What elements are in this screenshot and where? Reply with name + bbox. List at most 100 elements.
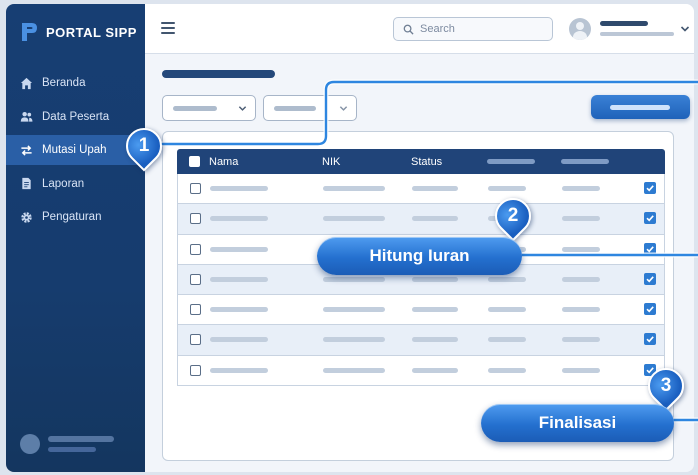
cell-placeholder: [323, 186, 385, 191]
checked-checkbox[interactable]: [644, 272, 656, 285]
table-row[interactable]: [177, 174, 665, 205]
cell-placeholder: [488, 367, 526, 373]
brand-name: PORTAL SIPP: [46, 24, 137, 40]
checked-checkbox[interactable]: [644, 303, 656, 316]
cell-placeholder: [210, 367, 268, 373]
checked-checkbox[interactable]: [644, 242, 656, 255]
column-header-status[interactable]: Status: [411, 156, 442, 168]
chevron-down-icon[interactable]: [680, 24, 690, 34]
cell-placeholder: [562, 337, 600, 343]
cell-placeholder: [323, 337, 385, 343]
row-checkbox[interactable]: [190, 364, 201, 376]
cell-placeholder: [323, 276, 385, 282]
sidebar-item-data-peserta[interactable]: Data Peserta: [6, 102, 145, 132]
row-checkbox[interactable]: [190, 183, 201, 194]
column-header-placeholder: [487, 159, 535, 164]
user-email-placeholder: [600, 32, 674, 36]
cell-placeholder: [323, 216, 385, 222]
search-placeholder: Search: [420, 23, 455, 35]
column-header-placeholder: [561, 159, 609, 164]
row-checkbox[interactable]: [190, 243, 201, 255]
sidebar-item-mutasi-upah[interactable]: Mutasi Upah: [6, 135, 145, 165]
checkmark-icon: [646, 245, 654, 253]
row-checkbox[interactable]: [190, 273, 201, 285]
cell-placeholder: [488, 337, 526, 343]
avatar[interactable]: [569, 18, 591, 40]
cell-placeholder: [562, 246, 600, 252]
user-role-placeholder: [48, 447, 96, 452]
sidebar-item-label: Data Peserta: [42, 110, 110, 123]
search-input[interactable]: Search: [393, 17, 553, 41]
column-header-nama[interactable]: Nama: [209, 156, 238, 168]
checked-checkbox[interactable]: [644, 182, 656, 194]
sidebar-item-label: Mutasi Upah: [42, 144, 107, 156]
cell-placeholder: [210, 246, 268, 252]
sidebar-user[interactable]: [20, 434, 114, 454]
cell-placeholder: [562, 276, 600, 282]
cell-placeholder: [412, 307, 458, 313]
filter-dropdown-2[interactable]: [263, 95, 357, 121]
select-all-checkbox[interactable]: [189, 156, 200, 167]
chevron-down-icon: [339, 106, 348, 111]
cell-placeholder: [562, 216, 600, 222]
finalisasi-button[interactable]: Finalisasi: [481, 404, 674, 442]
cell-placeholder: [488, 307, 526, 313]
table-row[interactable]: [177, 325, 665, 356]
cell-placeholder: [412, 337, 458, 343]
users-icon: [20, 111, 33, 122]
checked-checkbox[interactable]: [644, 212, 656, 225]
document-icon: [22, 177, 31, 190]
sidebar-nav: Beranda Data Peserta Mutasi Upah Laporan…: [6, 68, 145, 236]
sidebar: PORTAL SIPP Beranda Data Peserta Mutasi …: [6, 4, 145, 472]
avatar: [20, 434, 40, 454]
swap-arrows-icon: [21, 144, 32, 156]
cell-placeholder: [412, 276, 458, 282]
cell-placeholder: [412, 186, 458, 191]
sidebar-item-label: Laporan: [42, 177, 85, 190]
brand-logo-icon: [22, 23, 37, 41]
checkmark-icon: [646, 336, 654, 343]
cell-placeholder: [210, 186, 268, 191]
primary-action-button[interactable]: [591, 95, 690, 119]
topbar: Search: [145, 4, 694, 54]
cell-placeholder: [412, 367, 458, 373]
cell-placeholder: [210, 276, 268, 282]
row-checkbox[interactable]: [190, 213, 201, 225]
chevron-down-icon: [238, 106, 247, 111]
cell-placeholder: [323, 307, 385, 313]
checked-checkbox[interactable]: [644, 333, 656, 346]
checkmark-icon: [646, 306, 654, 313]
cell-placeholder: [210, 216, 268, 222]
sidebar-item-pengaturan[interactable]: Pengaturan: [6, 202, 145, 232]
finalisasi-label: Finalisasi: [538, 413, 617, 432]
user-name-placeholder: [48, 436, 114, 442]
cell-placeholder: [562, 307, 600, 313]
brand[interactable]: PORTAL SIPP: [20, 22, 137, 42]
cell-placeholder: [323, 367, 385, 373]
row-checkbox[interactable]: [190, 304, 201, 316]
sidebar-item-laporan[interactable]: Laporan: [6, 169, 145, 199]
hitung-iuran-button[interactable]: Hitung Iuran: [317, 237, 522, 275]
callout-number: 3: [660, 375, 672, 396]
cell-placeholder: [488, 276, 526, 282]
cell-placeholder: [210, 307, 268, 313]
sidebar-item-beranda[interactable]: Beranda: [6, 68, 145, 98]
checkmark-icon: [646, 215, 654, 222]
page-title-placeholder: [162, 70, 275, 78]
home-icon: [20, 77, 33, 89]
gear-icon: [21, 211, 32, 223]
cell-placeholder: [562, 186, 600, 191]
checkmark-icon: [646, 185, 654, 192]
column-header-nik[interactable]: NIK: [322, 156, 340, 168]
table-row[interactable]: [177, 204, 665, 235]
sidebar-item-label: Pengaturan: [42, 211, 102, 223]
filter-dropdown-1[interactable]: [162, 95, 256, 121]
menu-icon[interactable]: [161, 22, 175, 34]
table-row[interactable]: [177, 355, 665, 387]
user-name-placeholder: [600, 21, 648, 26]
checkmark-icon: [646, 276, 654, 283]
cell-placeholder: [210, 337, 268, 343]
cell-placeholder: [488, 186, 526, 191]
row-checkbox[interactable]: [190, 334, 201, 346]
table-row[interactable]: [177, 295, 665, 326]
